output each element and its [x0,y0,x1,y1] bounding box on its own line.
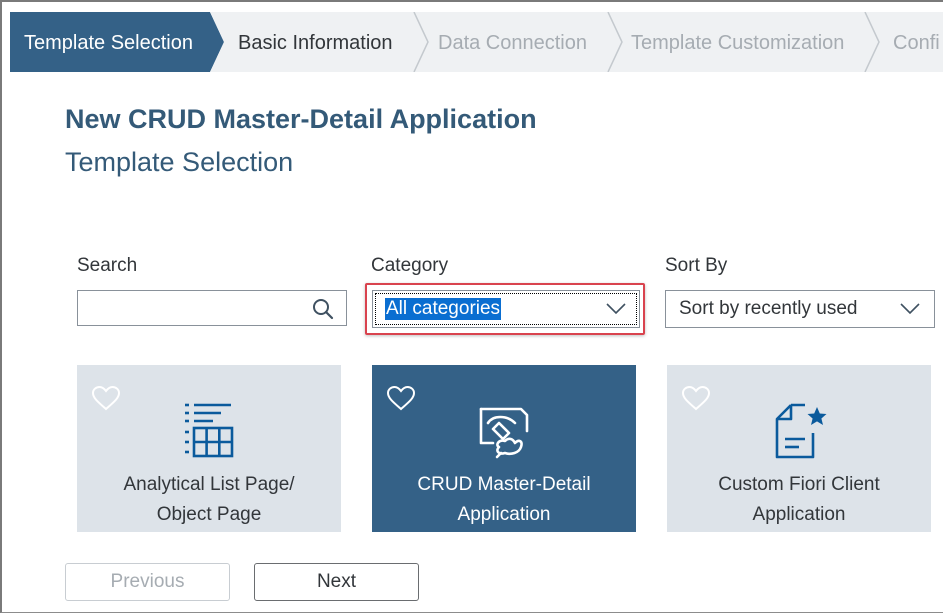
category-select[interactable]: All categories [372,290,640,328]
custom-fiori-client-icon [775,403,827,459]
step-basic-information[interactable]: Basic Information [238,32,393,55]
template-tile-custom-fiori-client[interactable]: Custom Fiori Client Application [667,365,931,532]
page-subtitle: Template Selection [65,147,294,177]
favorite-heart-icon[interactable] [681,385,711,411]
sort-by-label: Sort By [665,255,728,276]
search-label: Search [77,255,138,276]
wizard-steps: Template Selection Basic Information Dat… [10,12,943,72]
favorite-heart-icon[interactable] [386,385,416,411]
category-label: Category [371,255,449,276]
chevron-down-icon[interactable] [606,303,626,315]
analytical-list-icon [185,403,234,458]
sort-by-selected-value: Sort by recently used [679,298,858,319]
tile-label: Custom Fiori Client Application [718,474,880,525]
favorite-heart-icon[interactable] [91,385,121,411]
tile-label: Analytical List Page/ Object Page [123,474,295,525]
chevron-down-icon[interactable] [900,303,920,315]
step-confirmation: Confi [893,32,940,54]
category-selected-value: All categories [385,298,502,320]
next-button[interactable]: Next [254,563,419,601]
sort-by-select[interactable]: Sort by recently used [665,290,935,328]
page-title: New CRUD Master-Detail Application [65,104,537,134]
step-template-selection[interactable]: Template Selection [24,32,193,55]
template-tile-crud-master-detail[interactable]: CRUD Master-Detail Application [372,365,636,532]
search-input[interactable] [77,290,347,326]
step-data-connection: Data Connection [438,32,587,54]
wizard-window: Template Selection Basic Information Dat… [0,0,943,613]
previous-button[interactable]: Previous [65,563,230,601]
search-icon[interactable] [312,298,334,320]
tile-label: CRUD Master-Detail Application [417,474,591,525]
step-template-customization: Template Customization [631,32,845,54]
crud-master-detail-icon [479,407,529,459]
template-tile-analytical-list-page[interactable]: Analytical List Page/ Object Page [77,365,341,532]
